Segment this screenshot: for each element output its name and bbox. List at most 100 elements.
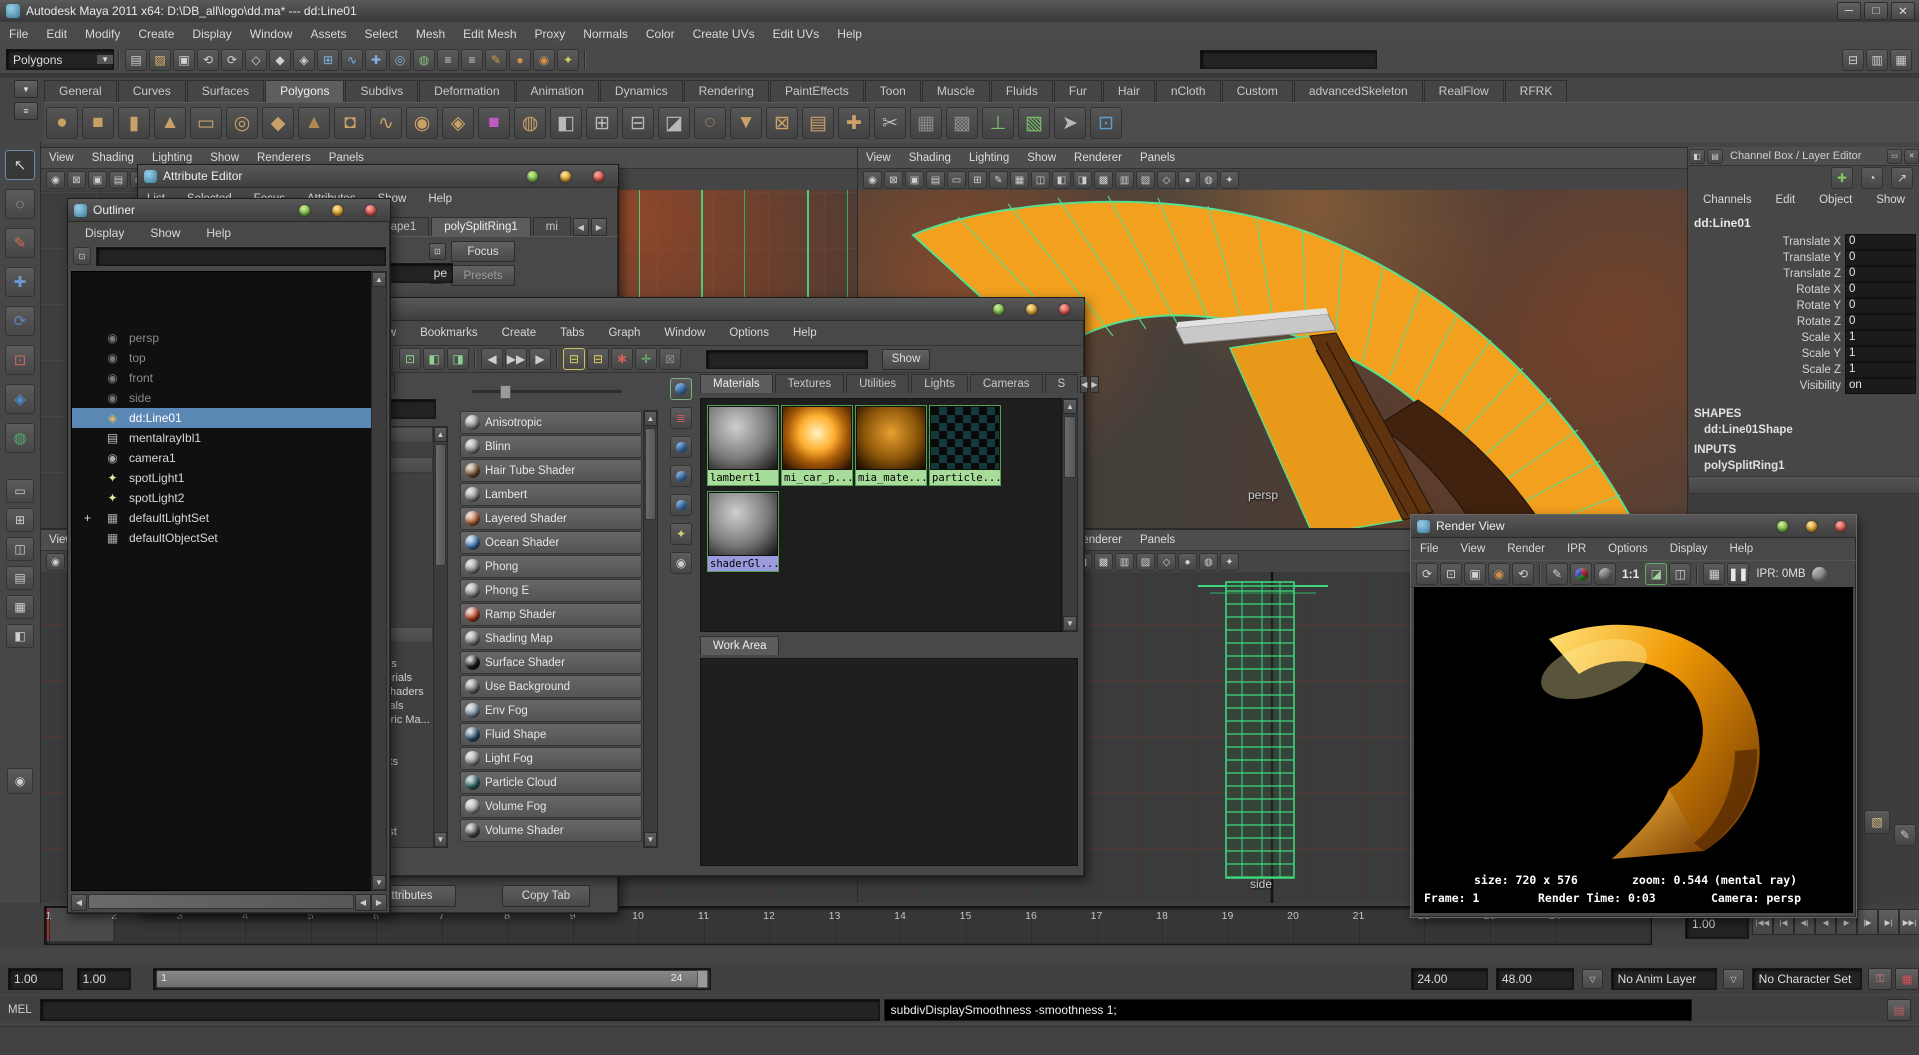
- outliner-window[interactable]: Outliner DisplayShowHelp ⊡ ◉persp◉top◉fr…: [67, 198, 391, 914]
- show-output-connections-icon[interactable]: ⊟: [587, 348, 609, 370]
- clear-graph-icon[interactable]: ⊠: [659, 348, 681, 370]
- move-tool-icon[interactable]: ✚: [5, 267, 35, 297]
- grease-pencil-icon[interactable]: ✎: [989, 171, 1008, 189]
- manipulator-icon[interactable]: ✚: [1831, 167, 1853, 189]
- render-image[interactable]: size: 720 x 576 zoom: 0.544 (mental ray)…: [1414, 587, 1853, 913]
- playback-speed-dropdown[interactable]: ▽: [1582, 969, 1602, 989]
- select-camera-icon[interactable]: ◉: [46, 553, 65, 571]
- restore-light[interactable]: [560, 171, 571, 182]
- channel-label[interactable]: Translate Z: [1688, 268, 1845, 280]
- resolution-gate-icon[interactable]: ◧: [1052, 171, 1071, 189]
- tab-work-area[interactable]: Work Area: [700, 636, 779, 655]
- swatch-size-slider[interactable]: [472, 390, 622, 393]
- sculpt-tool-icon[interactable]: ◍: [514, 107, 546, 139]
- layout-split-icon[interactable]: ◧: [6, 624, 34, 648]
- lock-camera-icon[interactable]: ⊠: [67, 171, 86, 189]
- safe-title-icon[interactable]: ▧: [1136, 171, 1155, 189]
- set-key-icon[interactable]: ⚿: [1868, 968, 1892, 990]
- persp-panel-menu-shading[interactable]: Shading: [901, 151, 959, 165]
- slider-knob[interactable]: [500, 385, 511, 399]
- channel-label[interactable]: Translate Y: [1688, 252, 1845, 264]
- layout-single-icon[interactable]: ▭: [6, 479, 34, 503]
- transfer-attr-icon[interactable]: ➤: [1054, 107, 1086, 139]
- shelf-tab-painteffects[interactable]: PaintEffects: [770, 80, 864, 102]
- poly-platonic-icon[interactable]: ◈: [442, 107, 474, 139]
- poly-pyramid-icon[interactable]: ▲: [298, 107, 330, 139]
- shader-node-fluid-shape[interactable]: Fluid Shape: [460, 723, 642, 746]
- create-tree-scrollbar[interactable]: ▲ ▼: [433, 426, 448, 848]
- rearrange-graph-icon[interactable]: ◀: [481, 348, 503, 370]
- safe-action-icon[interactable]: ▥: [1115, 553, 1134, 571]
- select-by-hierarchy-icon[interactable]: ◇: [245, 49, 267, 71]
- browser-tab-s[interactable]: S: [1045, 374, 1079, 393]
- tl-panel-menu-renderers[interactable]: Renderers: [249, 151, 319, 165]
- rv-menu-view[interactable]: View: [1452, 541, 1495, 557]
- auto-key-icon[interactable]: ▦: [1895, 968, 1919, 990]
- uv-checker-icon[interactable]: ▩: [946, 107, 978, 139]
- tl-panel-menu-show[interactable]: Show: [202, 151, 247, 165]
- maximize-button[interactable]: □: [1864, 2, 1888, 20]
- menu-display[interactable]: Display: [183, 25, 240, 43]
- sort-list-icon[interactable]: ≣: [670, 407, 692, 429]
- color-set-icon[interactable]: ▧: [1018, 107, 1050, 139]
- shader-node-lambert[interactable]: Lambert: [460, 483, 642, 506]
- shelf-tab-subdivs[interactable]: Subdivs: [345, 80, 418, 102]
- snapshot-icon[interactable]: ▣: [1464, 563, 1486, 585]
- shaded-icon[interactable]: ●: [1178, 171, 1197, 189]
- shader-node-blinn[interactable]: Blinn: [460, 435, 642, 458]
- shader-node-anisotropic[interactable]: Anisotropic: [460, 411, 642, 434]
- shader-node-shading-map[interactable]: Shading Map: [460, 627, 642, 650]
- show-cameras-icon[interactable]: ◉: [670, 552, 692, 574]
- panel-collapse-icon[interactable]: ▭: [1887, 149, 1902, 164]
- outliner-item-mentalrayibl1[interactable]: ▤mentalrayIbl1: [72, 428, 371, 448]
- shape-name[interactable]: dd:Line01Shape: [1688, 422, 1919, 438]
- camera-attributes-icon[interactable]: ▣: [905, 171, 924, 189]
- shelf-tab-advancedskeleton[interactable]: advancedSkeleton: [1294, 80, 1423, 102]
- focus-eye-icon[interactable]: ⊡: [429, 243, 446, 260]
- redo-icon[interactable]: ⟳: [221, 49, 243, 71]
- side-panel-menu-panels[interactable]: Panels: [1132, 533, 1183, 547]
- browser-tab-lights[interactable]: Lights: [911, 374, 968, 393]
- rotate-tool-icon[interactable]: ⟳: [5, 306, 35, 336]
- menu-proxy[interactable]: Proxy: [526, 25, 575, 43]
- input-node-name[interactable]: polySplitRing1: [1688, 458, 1919, 474]
- quick-field-input[interactable]: [1200, 50, 1377, 69]
- animation-start-field[interactable]: 1.00: [8, 968, 63, 990]
- shelf-tab-toon[interactable]: Toon: [865, 80, 921, 102]
- universal-manip-icon[interactable]: ◈: [5, 384, 35, 414]
- lasso-tool-icon[interactable]: ◌: [5, 189, 35, 219]
- open-render-settings-icon[interactable]: ▦: [1703, 563, 1725, 585]
- hypershade-titlebar[interactable]: Hypershade: [276, 298, 1084, 321]
- keep-image-icon[interactable]: ◪: [1645, 563, 1667, 585]
- shader-node-ramp-shader[interactable]: Ramp Shader: [460, 603, 642, 626]
- close-button[interactable]: ✕: [1891, 2, 1915, 20]
- shelf-tab-custom[interactable]: Custom: [1222, 80, 1293, 102]
- outliner-item-spotlight1[interactable]: ✦spotLight1: [72, 468, 371, 488]
- save-scene-icon[interactable]: ▣: [173, 49, 195, 71]
- animation-end-field[interactable]: 48.00: [1496, 968, 1574, 990]
- render-view-window[interactable]: Render View FileViewRenderIPROptionsDisp…: [1410, 514, 1857, 918]
- speed-state-icon[interactable]: ◔: [1861, 167, 1883, 189]
- outliner-item-camera1[interactable]: ◉camera1: [72, 448, 371, 468]
- outliner-item-spotlight2[interactable]: ✦spotLight2: [72, 488, 371, 508]
- quad-draw-icon[interactable]: ⊡: [1090, 107, 1122, 139]
- material-swatch-lambert1[interactable]: lambert1: [707, 405, 779, 486]
- field-chart-icon[interactable]: ▩: [1094, 553, 1113, 571]
- shelf-tab-dynamics[interactable]: Dynamics: [600, 80, 683, 102]
- lights-icon[interactable]: ✦: [1220, 553, 1239, 571]
- combine-icon[interactable]: ⊞: [586, 107, 618, 139]
- shelf-tab-arrow-button[interactable]: ▼: [14, 80, 38, 98]
- shader-list-scrollbar[interactable]: ▲ ▼: [643, 410, 658, 848]
- bridge-icon[interactable]: ▤: [802, 107, 834, 139]
- channel-label[interactable]: Scale Z: [1688, 364, 1845, 376]
- graph-up-downstream-icon[interactable]: ◧: [423, 348, 445, 370]
- shader-node-phong[interactable]: Phong: [460, 555, 642, 578]
- rv-menu-options[interactable]: Options: [1599, 541, 1657, 557]
- close-light[interactable]: [593, 171, 604, 182]
- browser-tab-utilities[interactable]: Utilities: [846, 374, 909, 393]
- menu-help[interactable]: Help: [828, 25, 871, 43]
- show-toolbox-icon[interactable]: ▦: [1890, 49, 1912, 71]
- menu-file[interactable]: File: [0, 25, 37, 43]
- hs-menu-bookmarks[interactable]: Bookmarks: [411, 325, 487, 341]
- layout-hypershade-icon[interactable]: ▦: [6, 595, 34, 619]
